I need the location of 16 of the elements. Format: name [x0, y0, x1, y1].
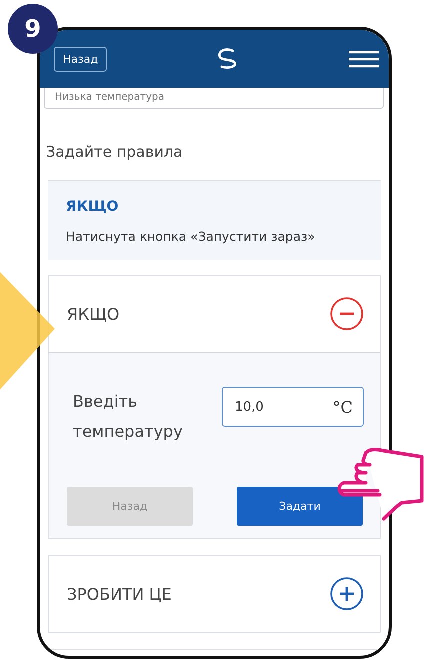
- menu-icon[interactable]: [349, 50, 379, 68]
- name-field[interactable]: Низька температура: [44, 88, 384, 109]
- minus-circle-icon[interactable]: [330, 297, 364, 331]
- rule-condition-title: ЯКЩО: [66, 199, 120, 215]
- card-title: ЯКЩО: [67, 304, 120, 324]
- step-number-badge: 9: [8, 4, 58, 54]
- plus-circle-icon[interactable]: [330, 577, 364, 611]
- pointer-arrow-icon: [0, 272, 56, 390]
- temperature-input[interactable]: 10,0 °C: [222, 387, 364, 427]
- set-button[interactable]: Задати: [237, 487, 363, 526]
- celsius-unit: °C: [332, 398, 353, 416]
- section-title: Задайте правила: [46, 143, 184, 161]
- back-button[interactable]: Назад: [54, 46, 108, 72]
- card-title: ЗРОБИТИ ЦЕ: [67, 584, 172, 604]
- temperature-label: Введіть температуру: [73, 391, 184, 443]
- rule-condition-text: Натиснута кнопка «Запустити зараз»: [66, 229, 316, 244]
